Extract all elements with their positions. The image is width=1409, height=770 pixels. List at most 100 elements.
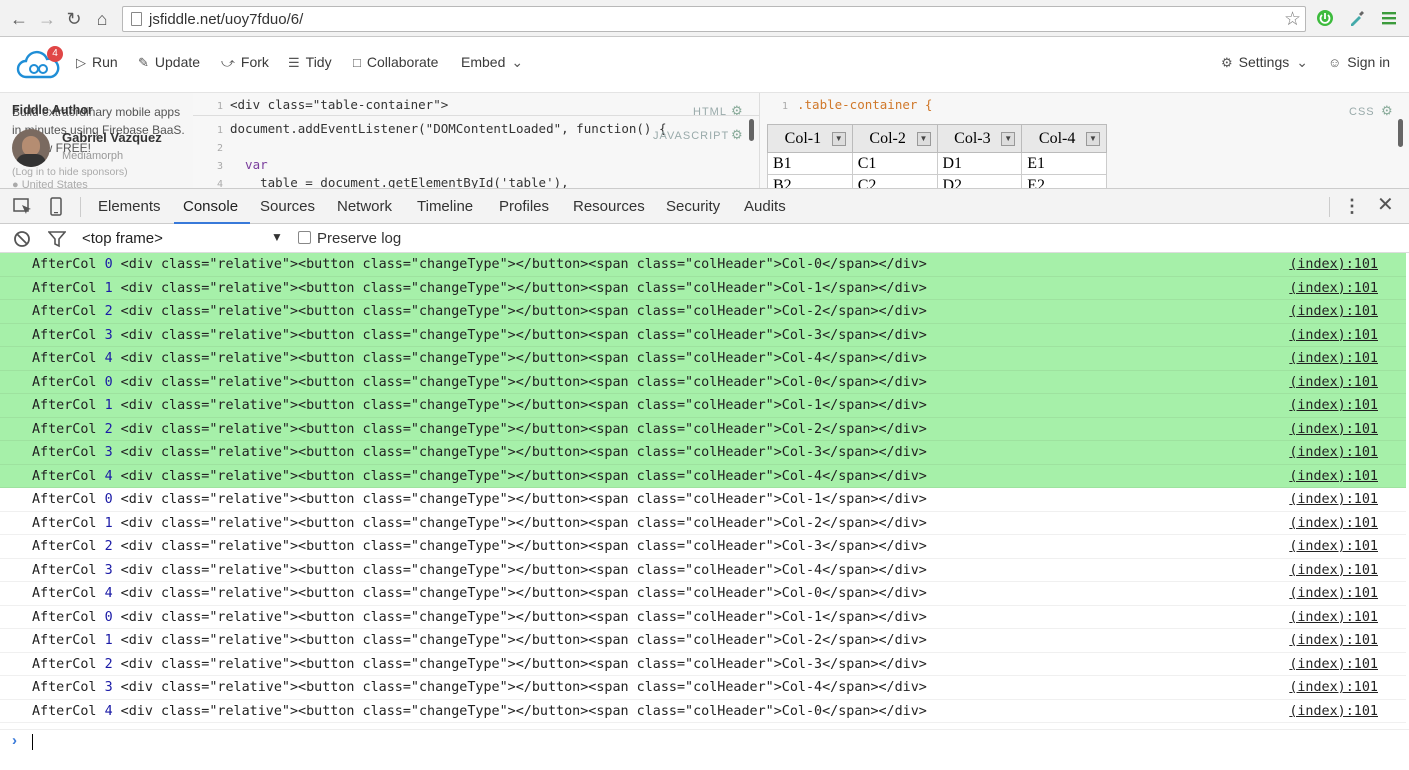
javascript-pane-label: JAVASCRIPT [653, 130, 730, 142]
inspect-element-icon[interactable] [13, 198, 33, 216]
author-company: Mediamorph [62, 150, 124, 162]
console-prompt[interactable]: › [0, 729, 1409, 770]
hide-sponsors-link[interactable]: (Log in to hide sponsors) [12, 166, 128, 178]
console-message-row: AfterCol 3 <div class="relative"><button… [0, 441, 1406, 465]
js-code-line[interactable]: document.addEventListener("DOMContentLoa… [230, 121, 667, 136]
fork-button[interactable]: ⤻ Fork [221, 54, 269, 71]
clear-console-icon[interactable] [13, 230, 31, 248]
filter-funnel-icon[interactable] [48, 230, 66, 248]
column-header: Col-4 ▼ [1021, 124, 1107, 153]
tab-timeline[interactable]: Timeline [417, 198, 473, 215]
preserve-log-checkbox[interactable] [298, 231, 311, 244]
author-avatar[interactable] [12, 129, 50, 167]
css-settings-gear-icon[interactable]: ⚙ [1381, 103, 1393, 119]
source-link[interactable]: (index):101 [1289, 465, 1378, 488]
js-line-number: 4 [216, 179, 223, 188]
source-link[interactable]: (index):101 [1289, 394, 1378, 417]
reload-icon[interactable]: ↻ [63, 8, 85, 30]
editor-scrollbar[interactable] [749, 119, 754, 141]
source-link[interactable]: (index):101 [1289, 700, 1378, 723]
change-type-dropdown-icon[interactable]: ▼ [1001, 132, 1016, 146]
source-link[interactable]: (index):101 [1289, 277, 1378, 300]
source-link[interactable]: (index):101 [1289, 488, 1378, 511]
column-header-label: Col-2 [869, 129, 906, 147]
forward-arrow-icon[interactable]: → [36, 8, 58, 30]
source-link[interactable]: (index):101 [1289, 512, 1378, 535]
source-link[interactable]: (index):101 [1289, 418, 1378, 441]
update-button[interactable]: ✎ Update [138, 54, 200, 71]
back-arrow-icon[interactable]: ← [8, 8, 30, 30]
tab-security[interactable]: Security [666, 198, 720, 215]
bookmark-star-icon[interactable]: ☆ [1284, 8, 1301, 31]
js-code-line[interactable]: table = document.getElementById('table')… [230, 175, 569, 188]
source-link[interactable]: (index):101 [1289, 535, 1378, 558]
result-iframe[interactable]: Col-1 ▼ Col-2 ▼ Col-3 ▼ Col-4 ▼ B1 C1 D1 E1 … [767, 124, 1107, 188]
css-code-line[interactable]: .table-container { [797, 97, 932, 112]
source-link[interactable]: (index):101 [1289, 324, 1378, 347]
sign-in-button[interactable]: ☺ Sign in [1328, 54, 1390, 70]
html-code-line[interactable]: <div class="table-container"> [230, 97, 448, 112]
change-type-dropdown-icon[interactable]: ▼ [1086, 132, 1100, 146]
source-link[interactable]: (index):101 [1289, 676, 1378, 699]
source-link[interactable]: (index):101 [1289, 606, 1378, 629]
message-html: <div class="relative"><button class="cha… [112, 562, 927, 578]
home-icon[interactable]: ⌂ [91, 8, 113, 30]
table-cell: D2 [936, 174, 1023, 188]
source-link[interactable]: (index):101 [1289, 253, 1378, 276]
source-link[interactable]: (index):101 [1289, 371, 1378, 394]
page-icon [131, 12, 142, 26]
message-number: 0 [104, 257, 113, 272]
extension-green-icon[interactable] [1316, 9, 1334, 27]
css-scrollbar[interactable] [1398, 119, 1403, 147]
more-options-vertical-icon[interactable]: ⋮ [1343, 195, 1361, 217]
source-link[interactable]: (index):101 [1289, 653, 1378, 676]
device-mode-icon[interactable] [49, 197, 63, 217]
collaborate-button[interactable]: □ Collaborate [353, 54, 438, 70]
table-cell: B1 [767, 152, 853, 175]
change-type-dropdown-icon[interactable]: ▼ [831, 132, 846, 146]
source-link[interactable]: (index):101 [1289, 441, 1378, 464]
source-link[interactable]: (index):101 [1289, 347, 1378, 370]
console-message-row: AfterCol 2 <div class="relative"><button… [0, 417, 1406, 441]
tidy-label: Tidy [305, 54, 332, 70]
source-link[interactable]: (index):101 [1289, 300, 1378, 323]
source-link[interactable]: (index):101 [1289, 629, 1378, 652]
location-label: United States [21, 179, 88, 188]
tab-network[interactable]: Network [337, 198, 392, 215]
html-settings-gear-icon[interactable]: ⚙ [731, 103, 743, 119]
source-link[interactable]: (index):101 [1289, 582, 1378, 605]
frame-dropdown-arrow-icon[interactable]: ▼ [271, 230, 283, 244]
close-devtools-icon[interactable]: ✕ [1377, 194, 1394, 216]
console-message-row: AfterCol 3 <div class="relative"><button… [0, 676, 1406, 700]
js-code-line[interactable]: var [230, 157, 268, 172]
tab-console[interactable]: Console [183, 198, 238, 215]
table-cell: C2 [851, 174, 938, 188]
toolbar-divider [1329, 197, 1330, 217]
tab-resources[interactable]: Resources [573, 198, 645, 215]
table-row: B2 C2 D2 E2 [767, 174, 1107, 188]
address-bar[interactable]: jsfiddle.net/uoy7fduo/6/ ☆ [122, 6, 1306, 32]
message-number: 2 [104, 421, 113, 437]
console-message-text: AfterCol 1 <div class="relative"><button… [32, 394, 927, 417]
notification-badge[interactable]: 4 [47, 46, 63, 62]
css-result-pane[interactable]: 1 .table-container { CSS ⚙ Col-1 ▼ Col-2 ▼… [760, 93, 1409, 188]
author-name[interactable]: Gabriel Vazquez [62, 130, 162, 145]
run-button[interactable]: ▷ Run [76, 54, 118, 71]
source-link[interactable]: (index):101 [1289, 559, 1378, 582]
tab-sources[interactable]: Sources [260, 198, 315, 215]
change-type-dropdown-icon[interactable]: ▼ [916, 132, 931, 146]
frame-selector[interactable]: <top frame> [82, 230, 163, 247]
tab-elements[interactable]: Elements [98, 198, 161, 215]
tab-profiles[interactable]: Profiles [499, 198, 549, 215]
settings-button[interactable]: ⚙ Settings ⌄ [1221, 54, 1308, 71]
message-number: 0 [104, 374, 113, 390]
tab-audits[interactable]: Audits [744, 198, 786, 215]
eyedropper-extension-icon[interactable] [1348, 9, 1366, 27]
message-prefix: AfterCol [32, 398, 105, 413]
js-settings-gear-icon[interactable]: ⚙ [731, 127, 743, 143]
address-url[interactable]: jsfiddle.net/uoy7fduo/6/ [149, 11, 303, 28]
embed-button[interactable]: Embed ⌄ [461, 54, 523, 71]
html-js-editor-pane[interactable]: 1 <div class="table-container"> HTML ⚙ 1… [193, 93, 760, 188]
tidy-button[interactable]: ☰ Tidy [288, 54, 332, 71]
chrome-menu-icon[interactable] [1380, 9, 1398, 27]
